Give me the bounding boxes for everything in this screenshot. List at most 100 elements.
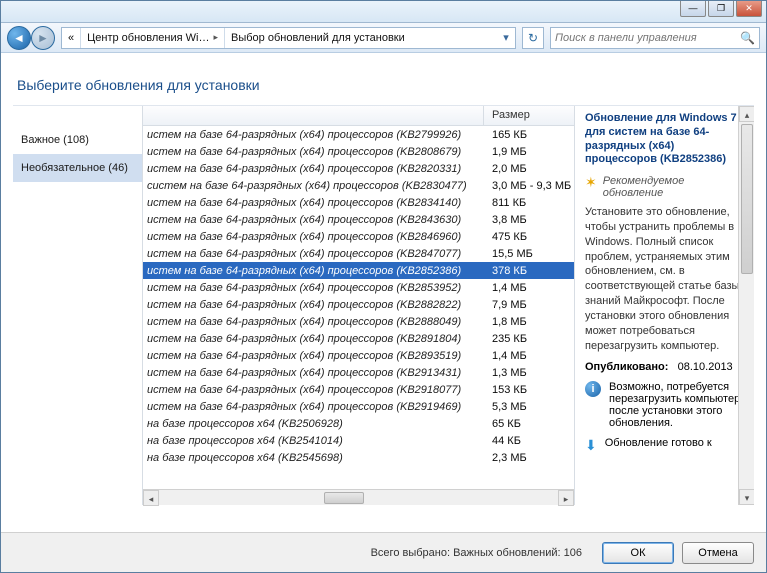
update-size: 1,4 МБ bbox=[484, 350, 574, 362]
update-row[interactable]: истем на базе 64-разрядных (x64) процесс… bbox=[143, 245, 574, 262]
titlebar: — ❐ ✕ bbox=[1, 1, 766, 23]
breadcrumb-label: Выбор обновлений для установки bbox=[231, 32, 405, 44]
update-name: на базе процессоров x64 (KB2506928) bbox=[143, 418, 484, 430]
update-row[interactable]: истем на базе 64-разрядных (x64) процесс… bbox=[143, 296, 574, 313]
ok-button[interactable]: ОК bbox=[602, 542, 674, 564]
window-close-button[interactable]: ✕ bbox=[736, 1, 762, 17]
update-size: 5,3 МБ bbox=[484, 401, 574, 413]
column-name[interactable] bbox=[143, 106, 484, 125]
update-size: 15,5 МБ bbox=[484, 248, 574, 260]
update-row[interactable]: истем на базе 64-разрядных (x64) процесс… bbox=[143, 313, 574, 330]
restart-note: Возможно, потребуется перезагрузить комп… bbox=[609, 381, 746, 429]
update-name: истем на базе 64-разрядных (x64) процесс… bbox=[143, 146, 484, 158]
breadcrumb-root[interactable]: « bbox=[62, 28, 81, 48]
breadcrumb-dropdown-button[interactable]: ▾ bbox=[497, 31, 515, 44]
update-name: истем на базе 64-разрядных (x64) процесс… bbox=[143, 299, 484, 311]
scroll-thumb[interactable] bbox=[741, 124, 753, 274]
update-selection-window: — ❐ ✕ ◄ ► « Центр обновления Wi… ▸ Выбор… bbox=[0, 0, 767, 573]
update-row[interactable]: истем на базе 64-разрядных (x64) процесс… bbox=[143, 330, 574, 347]
breadcrumb-item-2[interactable]: Выбор обновлений для установки bbox=[225, 28, 411, 48]
column-size[interactable]: Размер bbox=[484, 106, 574, 125]
update-size: 2,0 МБ bbox=[484, 163, 574, 175]
update-name: истем на базе 64-разрядных (x64) процесс… bbox=[143, 316, 484, 328]
search-box[interactable]: 🔍 bbox=[550, 27, 760, 49]
update-name: истем на базе 64-разрядных (x64) процесс… bbox=[143, 129, 484, 141]
update-size: 7,9 МБ bbox=[484, 299, 574, 311]
update-row[interactable]: истем на базе 64-разрядных (x64) процесс… bbox=[143, 143, 574, 160]
update-row[interactable]: истем на базе 64-разрядных (x64) процесс… bbox=[143, 160, 574, 177]
scroll-left-button[interactable]: ◂ bbox=[143, 490, 159, 506]
update-name: систем на базе 64-разрядных (x64) процес… bbox=[143, 180, 484, 192]
published-line: Опубликовано: 08.10.2013 bbox=[585, 361, 746, 373]
ready-label: Обновление готово к bbox=[605, 437, 712, 449]
update-row[interactable]: истем на базе 64-разрядных (x64) процесс… bbox=[143, 262, 574, 279]
update-name: истем на базе 64-разрядных (x64) процесс… bbox=[143, 265, 484, 277]
update-rows[interactable]: истем на базе 64-разрядных (x64) процесс… bbox=[143, 126, 574, 489]
sidebar-item[interactable]: Важное (108) bbox=[13, 126, 142, 154]
sidebar-item[interactable]: Необязательное (46) bbox=[13, 154, 142, 182]
cancel-button[interactable]: Отмена bbox=[682, 542, 754, 564]
update-size: 2,3 МБ bbox=[484, 452, 574, 464]
update-size: 153 КБ bbox=[484, 384, 574, 396]
footer: Всего выбрано: Важных обновлений: 106 ОК… bbox=[1, 532, 766, 572]
download-icon: ⬇ bbox=[585, 437, 597, 454]
scroll-up-button[interactable]: ▴ bbox=[739, 106, 754, 122]
update-name: истем на базе 64-разрядных (x64) процесс… bbox=[143, 231, 484, 243]
update-size: 44 КБ bbox=[484, 435, 574, 447]
scroll-down-button[interactable]: ▾ bbox=[739, 489, 754, 505]
update-row[interactable]: на базе процессоров x64 (KB2545698)2,3 М… bbox=[143, 449, 574, 466]
update-size: 65 КБ bbox=[484, 418, 574, 430]
scroll-right-button[interactable]: ▸ bbox=[558, 490, 574, 506]
update-row[interactable]: истем на базе 64-разрядных (x64) процесс… bbox=[143, 211, 574, 228]
update-name: истем на базе 64-разрядных (x64) процесс… bbox=[143, 197, 484, 209]
chevron-right-icon: ▸ bbox=[213, 32, 218, 43]
update-name: истем на базе 64-разрядных (x64) процесс… bbox=[143, 214, 484, 226]
search-icon: 🔍 bbox=[740, 31, 755, 45]
scroll-thumb[interactable] bbox=[324, 492, 364, 504]
breadcrumb[interactable]: « Центр обновления Wi… ▸ Выбор обновлени… bbox=[61, 27, 516, 49]
update-row[interactable]: истем на базе 64-разрядных (x64) процесс… bbox=[143, 126, 574, 143]
vertical-scrollbar[interactable]: ▴ ▾ bbox=[738, 106, 754, 505]
update-row[interactable]: истем на базе 64-разрядных (x64) процесс… bbox=[143, 279, 574, 296]
page-title: Выберите обновления для установки bbox=[17, 77, 750, 93]
selection-summary: Всего выбрано: Важных обновлений: 106 bbox=[371, 547, 582, 559]
update-row[interactable]: истем на базе 64-разрядных (x64) процесс… bbox=[143, 347, 574, 364]
content-area: Выберите обновления для установки Важное… bbox=[1, 53, 766, 532]
category-sidebar: Важное (108)Необязательное (46) bbox=[13, 106, 143, 505]
update-name: истем на базе 64-разрядных (x64) процесс… bbox=[143, 384, 484, 396]
breadcrumb-root-icon: « bbox=[68, 32, 74, 44]
update-size: 1,8 МБ bbox=[484, 316, 574, 328]
window-maximize-button[interactable]: ❐ bbox=[708, 1, 734, 17]
update-name: истем на базе 64-разрядных (x64) процесс… bbox=[143, 401, 484, 413]
breadcrumb-label: Центр обновления Wi… bbox=[87, 32, 209, 44]
update-name: истем на базе 64-разрядных (x64) процесс… bbox=[143, 282, 484, 294]
update-row[interactable]: истем на базе 64-разрядных (x64) процесс… bbox=[143, 194, 574, 211]
list-header: Размер bbox=[143, 106, 574, 126]
update-row[interactable]: систем на базе 64-разрядных (x64) процес… bbox=[143, 177, 574, 194]
published-value: 08.10.2013 bbox=[678, 361, 733, 373]
update-size: 235 КБ bbox=[484, 333, 574, 345]
horizontal-scrollbar[interactable]: ◂ ▸ bbox=[143, 489, 574, 505]
update-row[interactable]: истем на базе 64-разрядных (x64) процесс… bbox=[143, 364, 574, 381]
update-row[interactable]: на базе процессоров x64 (KB2506928)65 КБ bbox=[143, 415, 574, 432]
selected-update-title: Обновление для Windows 7 для систем на б… bbox=[585, 112, 746, 167]
update-row[interactable]: на базе процессоров x64 (KB2541014)44 КБ bbox=[143, 432, 574, 449]
update-size: 811 КБ bbox=[484, 197, 574, 209]
update-description: Установите это обновление, чтобы устрани… bbox=[585, 205, 746, 353]
update-name: истем на базе 64-разрядных (x64) процесс… bbox=[143, 163, 484, 175]
update-size: 3,0 МБ - 9,3 МБ bbox=[484, 180, 574, 192]
update-size: 1,9 МБ bbox=[484, 146, 574, 158]
refresh-button[interactable]: ↻ bbox=[522, 27, 544, 49]
update-row[interactable]: истем на базе 64-разрядных (x64) процесс… bbox=[143, 228, 574, 245]
update-name: истем на базе 64-разрядных (x64) процесс… bbox=[143, 367, 484, 379]
breadcrumb-item-1[interactable]: Центр обновления Wi… ▸ bbox=[81, 28, 225, 48]
update-name: истем на базе 64-разрядных (x64) процесс… bbox=[143, 248, 484, 260]
search-input[interactable] bbox=[555, 32, 736, 44]
update-name: на базе процессоров x64 (KB2545698) bbox=[143, 452, 484, 464]
nav-forward-button[interactable]: ► bbox=[31, 26, 55, 50]
update-row[interactable]: истем на базе 64-разрядных (x64) процесс… bbox=[143, 398, 574, 415]
nav-back-button[interactable]: ◄ bbox=[7, 26, 31, 50]
window-minimize-button[interactable]: — bbox=[680, 1, 706, 17]
update-row[interactable]: истем на базе 64-разрядных (x64) процесс… bbox=[143, 381, 574, 398]
info-icon: i bbox=[585, 381, 601, 397]
